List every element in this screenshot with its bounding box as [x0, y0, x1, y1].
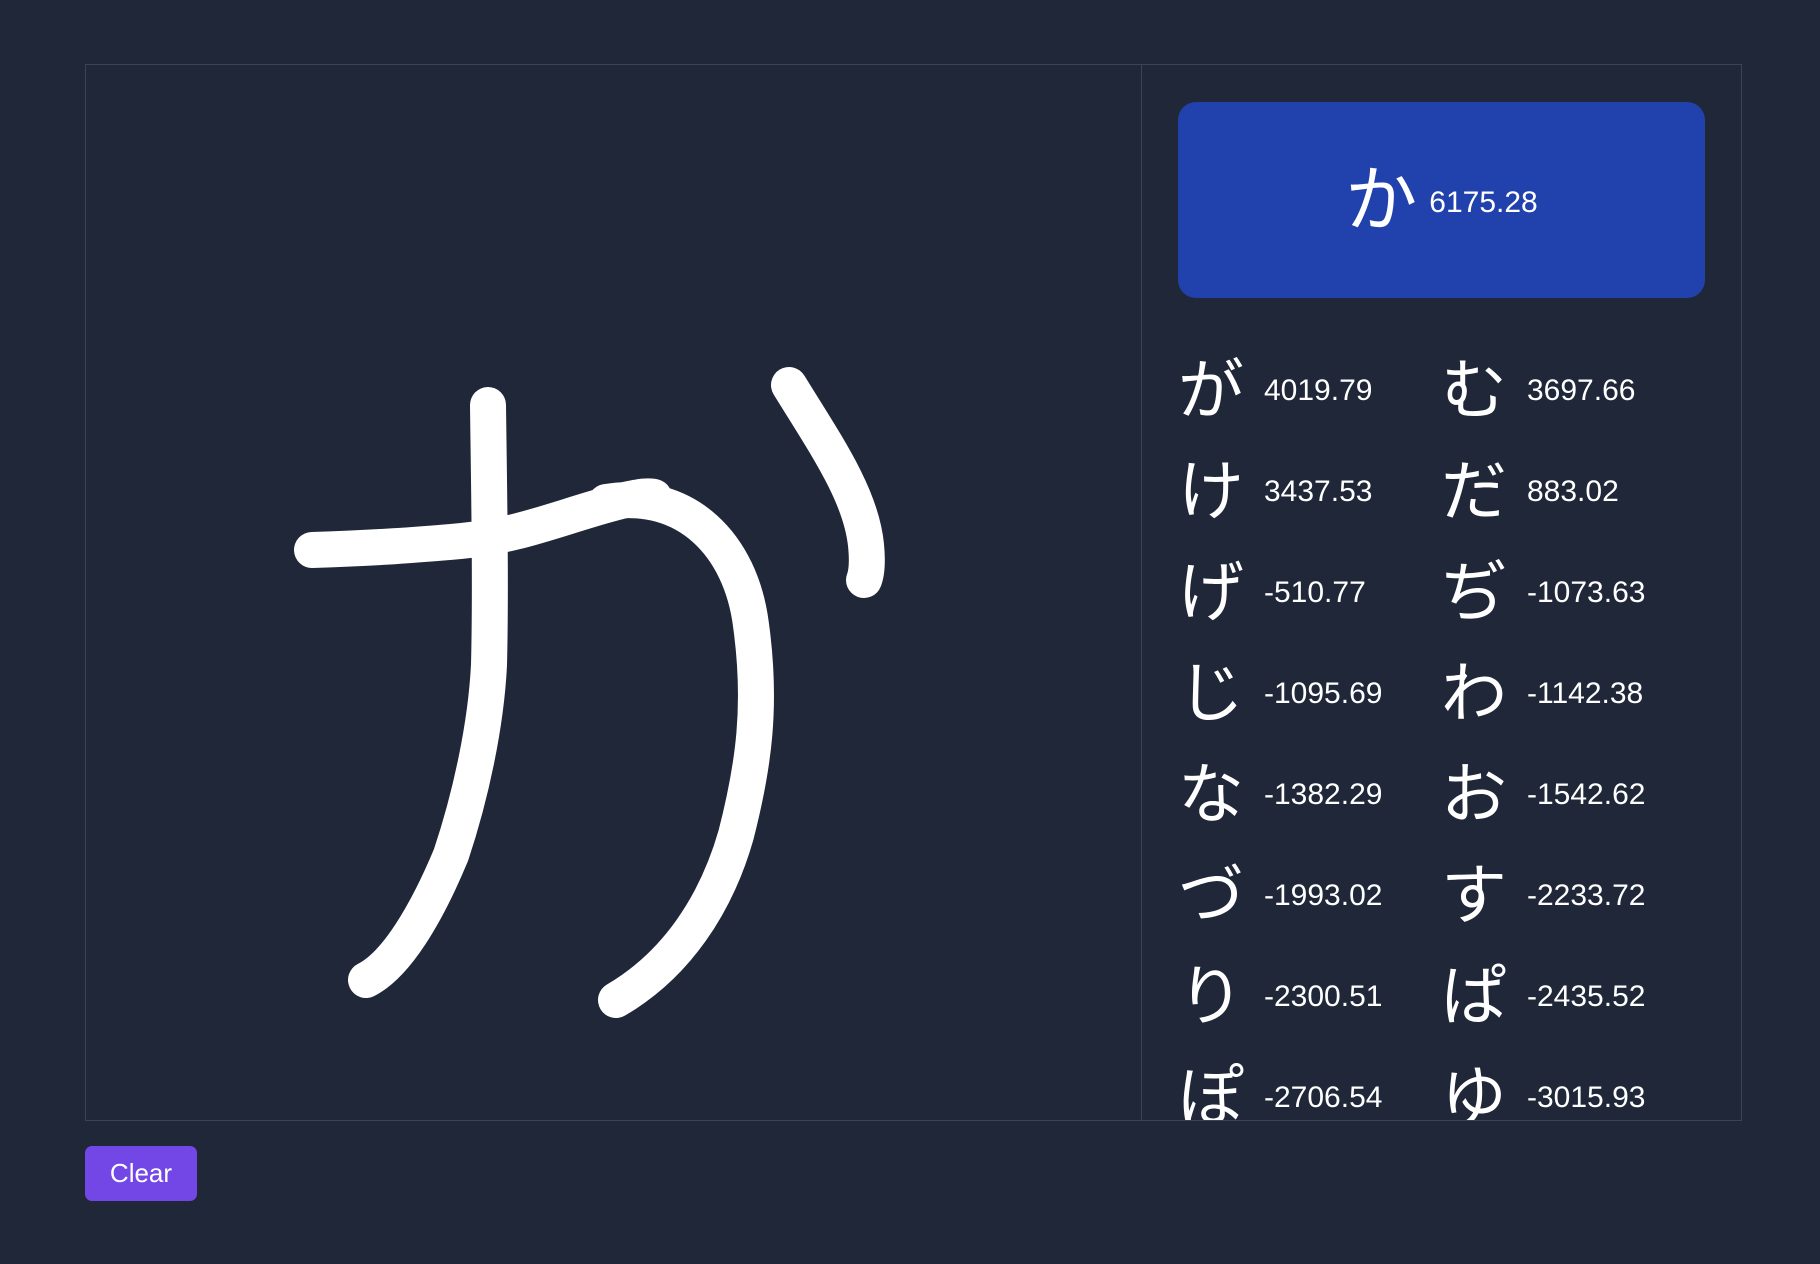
candidate-char: な	[1178, 756, 1244, 833]
candidate-item[interactable]: な -1382.29	[1178, 750, 1382, 840]
candidate-char: が	[1178, 352, 1244, 429]
results-panel: か 6175.28 が 4019.79 む 3697.66 け 3437.53 …	[1142, 65, 1741, 1120]
candidate-score: -1382.29	[1264, 778, 1383, 811]
candidate-score: -2233.72	[1527, 879, 1646, 912]
candidate-score: -2706.54	[1264, 1081, 1383, 1114]
candidate-char: げ	[1178, 554, 1244, 631]
candidate-score: -1095.69	[1264, 677, 1383, 710]
candidate-score: -1142.38	[1527, 677, 1644, 710]
candidate-char: づ	[1178, 857, 1244, 934]
candidate-item[interactable]: ぽ -2706.54	[1178, 1053, 1383, 1121]
recognizer-panel: か 6175.28 が 4019.79 む 3697.66 け 3437.53 …	[85, 64, 1742, 1121]
candidate-item[interactable]: ぱ -2435.52	[1441, 952, 1645, 1042]
candidate-item[interactable]: む 3697.66	[1441, 346, 1635, 436]
candidate-score: -3015.93	[1527, 1081, 1646, 1114]
candidate-char: り	[1178, 958, 1244, 1035]
candidate-item[interactable]: わ -1142.38	[1441, 649, 1643, 739]
candidate-item[interactable]: ゆ -3015.93	[1441, 1053, 1646, 1121]
candidate-char: だ	[1441, 453, 1507, 530]
candidate-item[interactable]: だ 883.02	[1441, 447, 1619, 537]
handwritten-strokes	[294, 367, 885, 1018]
candidate-score: 3437.53	[1264, 475, 1373, 508]
top-result-char: か	[1345, 158, 1418, 242]
candidate-char: ぽ	[1178, 1059, 1244, 1121]
candidate-score: -1073.63	[1527, 576, 1646, 609]
candidate-item[interactable]: お -1542.62	[1441, 750, 1645, 840]
candidate-char: お	[1441, 756, 1507, 833]
stroke-dakuten-mark	[771, 367, 885, 598]
candidate-char: ぢ	[1441, 554, 1507, 631]
candidate-char: ゆ	[1441, 1059, 1507, 1121]
drawing-canvas[interactable]	[86, 65, 1142, 1120]
stroke-curve-hook	[588, 482, 774, 1018]
candidate-item[interactable]: が 4019.79	[1178, 346, 1372, 436]
candidate-score: 3697.66	[1527, 374, 1636, 407]
candidate-char: ぱ	[1441, 958, 1507, 1035]
candidate-item[interactable]: す -2233.72	[1441, 851, 1645, 941]
candidate-char: け	[1178, 453, 1244, 530]
candidate-score: 4019.79	[1264, 374, 1373, 407]
stroke-diagonal	[348, 387, 508, 998]
top-result-score: 6175.28	[1429, 186, 1538, 219]
candidate-item[interactable]: り -2300.51	[1178, 952, 1382, 1042]
candidate-item[interactable]: じ -1095.69	[1178, 649, 1382, 739]
candidate-item[interactable]: げ -510.77	[1178, 548, 1366, 638]
candidate-score: -510.77	[1264, 576, 1366, 609]
candidate-score: -1542.62	[1527, 778, 1646, 811]
candidate-char: す	[1441, 857, 1507, 934]
candidate-item[interactable]: づ -1993.02	[1178, 851, 1382, 941]
candidate-score: -1993.02	[1264, 879, 1383, 912]
candidate-score: -2300.51	[1264, 980, 1383, 1013]
candidate-item[interactable]: け 3437.53	[1178, 447, 1372, 537]
candidate-char: じ	[1178, 655, 1244, 732]
candidate-item[interactable]: ぢ -1073.63	[1441, 548, 1645, 638]
top-result-card[interactable]: か 6175.28	[1178, 102, 1705, 298]
clear-button[interactable]: Clear	[85, 1146, 197, 1201]
candidate-char: わ	[1441, 655, 1507, 732]
candidate-score: 883.02	[1527, 475, 1619, 508]
candidate-score: -2435.52	[1527, 980, 1646, 1013]
candidate-char: む	[1441, 352, 1507, 429]
